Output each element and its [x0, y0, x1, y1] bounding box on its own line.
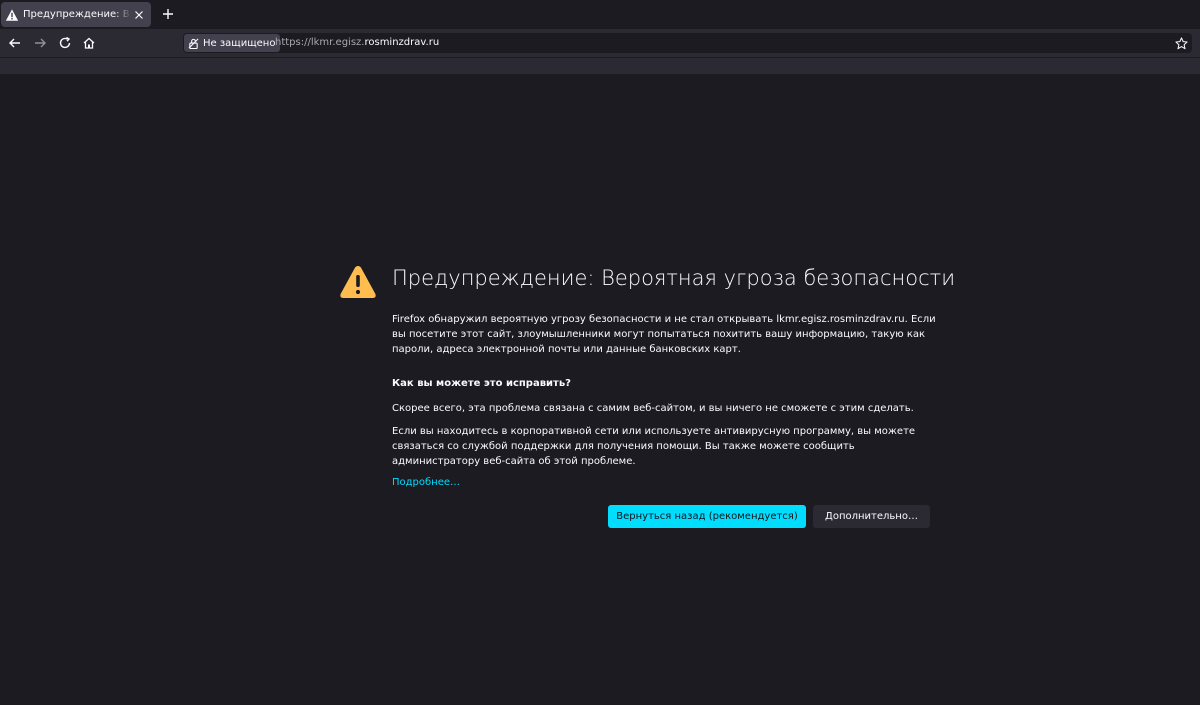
- home-icon: [83, 37, 95, 49]
- url-host: rosminzdrav.ru: [364, 37, 440, 48]
- star-icon: [1174, 36, 1188, 49]
- url-prefix: https://: [275, 37, 311, 48]
- arrow-left-icon: [9, 38, 20, 48]
- go-back-button[interactable]: Вернуться назад (рекомендуется): [608, 505, 806, 528]
- reload-icon: [59, 36, 71, 49]
- bookmarks-toolbar: [0, 57, 1200, 74]
- fix-heading: Как вы можете это исправить?: [392, 378, 571, 389]
- tab-security-warning[interactable]: Предупреждение: Вероятная угроза безопас…: [1, 2, 151, 27]
- broken-lock-icon: [188, 38, 199, 49]
- warning-icon: [5, 8, 19, 21]
- url-subdomain: lkmr.egisz.: [310, 37, 365, 48]
- tab-title: Предупреждение: Вероятная угроза безопас…: [23, 9, 131, 20]
- url-bar[interactable]: Не защищено https://lkmr.egisz.rosminzdr…: [183, 33, 1192, 53]
- warning-triangle-icon: [340, 266, 376, 298]
- arrow-right-icon: [35, 38, 46, 48]
- close-icon[interactable]: [131, 7, 147, 23]
- error-intro: Firefox обнаружил вероятную угрозу безоп…: [392, 314, 936, 355]
- bookmark-button[interactable]: [1173, 35, 1189, 51]
- not-secure-label: Не защищено: [203, 37, 276, 49]
- url-text[interactable]: https://lkmr.egisz.rosminzdrav.ru: [275, 37, 439, 48]
- fix-text-website: Скорее всего, эта проблема связана с сам…: [392, 403, 914, 414]
- fix-text-network: Если вы находитесь в корпоративной сети …: [392, 426, 916, 467]
- site-identity-button[interactable]: Не защищено: [184, 34, 281, 52]
- plus-icon: [163, 9, 173, 19]
- back-button[interactable]: [5, 33, 25, 53]
- forward-button[interactable]: [30, 33, 50, 53]
- reload-button[interactable]: [55, 33, 75, 53]
- advanced-button[interactable]: Дополнительно…: [813, 505, 930, 528]
- page-title: Предупреждение: Вероятная угроза безопас…: [392, 266, 956, 290]
- tab-strip: Предупреждение: Вероятная угроза безопас…: [0, 0, 1200, 29]
- learn-more-link[interactable]: Подробнее…: [392, 477, 460, 488]
- home-button[interactable]: [79, 33, 99, 53]
- new-tab-button[interactable]: [158, 4, 178, 24]
